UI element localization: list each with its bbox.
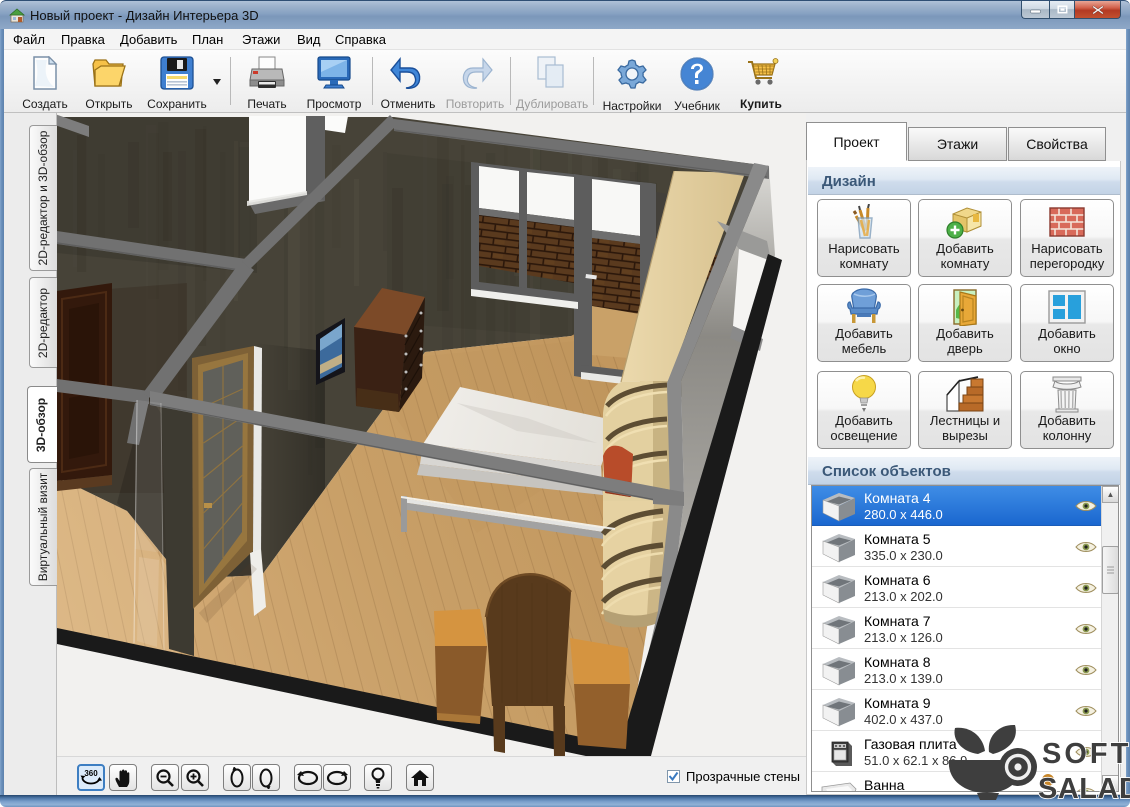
svg-text:360: 360 <box>84 769 98 778</box>
svg-text:SALAD: SALAD <box>1038 773 1130 804</box>
svg-text:SOFT: SOFT <box>1042 738 1130 770</box>
